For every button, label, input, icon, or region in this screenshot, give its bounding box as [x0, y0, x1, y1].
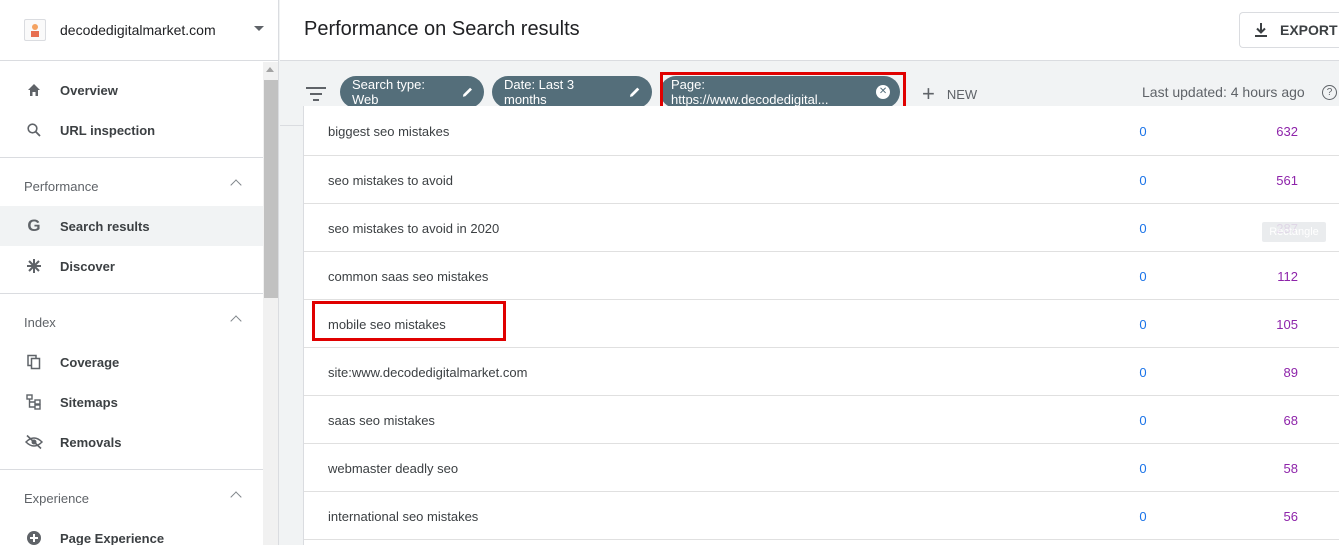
copy-pages-icon [24, 352, 44, 372]
sidebar-item-overview[interactable]: Overview [0, 70, 263, 110]
table-row[interactable]: seo mistakes to avoid 0 561 [304, 156, 1339, 204]
sitemap-icon [24, 392, 44, 412]
table-row[interactable]: site:www.decodedigitalmarket.com 0 89 [304, 348, 1339, 396]
home-icon [24, 80, 44, 100]
query-cell: site:www.decodedigitalmarket.com [328, 365, 528, 380]
sidebar-item-label: Overview [60, 82, 118, 98]
sidebar-item-label: Search results [60, 218, 150, 234]
impressions-cell: 58 [1283, 461, 1298, 476]
sidebar-item-label: Sitemaps [60, 394, 118, 410]
clicks-cell: 0 [1139, 173, 1147, 188]
section-performance[interactable]: Performance [0, 166, 263, 206]
section-label: Experience [24, 490, 90, 506]
impressions-cell: 68 [1283, 413, 1298, 428]
clicks-cell: 0 [1139, 317, 1147, 332]
query-cell: webmaster deadly seo [328, 461, 459, 476]
page-experience-icon [24, 528, 44, 545]
sidebar-item-search-results[interactable]: G Search results [0, 206, 263, 246]
sidebar-item-label: URL inspection [60, 122, 156, 138]
page-title: Performance on Search results [304, 18, 580, 40]
table-row[interactable]: biggest seo mistakes 0 632 [304, 108, 1339, 156]
sidebar-divider [0, 293, 263, 294]
red-highlight-box-query [312, 301, 506, 341]
sidebar-item-label: Discover [60, 258, 115, 274]
table-row[interactable]: seo mistakes to avoid in 2020 0 287 [304, 204, 1339, 252]
table-row[interactable]: webmaster deadly seo 0 58 [304, 444, 1339, 492]
impressions-cell: 112 [1277, 269, 1298, 284]
property-selector[interactable]: decodedigitalmarket.com [0, 0, 278, 61]
filter-chip-search-type[interactable]: Search type: Web [340, 76, 484, 108]
rectangle-tooltip: Rectangle [1262, 222, 1326, 242]
chevron-up-icon [230, 491, 242, 503]
section-label: Performance [24, 178, 99, 194]
impressions-cell: 561 [1276, 173, 1298, 188]
filter-chip-date[interactable]: Date: Last 3 months [492, 76, 652, 108]
table-row[interactable]: international seo mistakes 0 56 [304, 492, 1339, 540]
eye-off-icon [24, 432, 44, 452]
search-icon [24, 120, 44, 140]
clicks-cell: 0 [1139, 461, 1147, 476]
download-icon [1255, 23, 1267, 37]
google-g-icon: G [27, 216, 41, 235]
plus-icon: + [922, 81, 935, 106]
clicks-cell: 0 [1139, 413, 1147, 428]
help-icon[interactable]: ? [1322, 85, 1337, 100]
impressions-cell: 56 [1283, 509, 1298, 524]
property-name: decodedigitalmarket.com [60, 22, 216, 38]
new-filter-button[interactable]: + NEW [922, 82, 977, 106]
sidebar-divider [0, 157, 263, 158]
section-label: Index [24, 314, 56, 330]
page-header: Performance on Search results EXPORT [280, 0, 1339, 61]
export-label: EXPORT [1280, 22, 1338, 38]
query-cell: international seo mistakes [328, 509, 479, 524]
sidebar-item-discover[interactable]: Discover [0, 246, 263, 286]
export-button[interactable]: EXPORT [1239, 12, 1339, 48]
sidebar-item-page-experience[interactable]: Page Experience [0, 518, 263, 545]
property-favicon-icon [24, 19, 46, 41]
query-cell: common saas seo mistakes [328, 269, 489, 284]
sidebar-item-coverage[interactable]: Coverage [0, 342, 263, 382]
filter-icon[interactable] [306, 86, 326, 102]
clicks-cell: 0 [1139, 221, 1147, 236]
impressions-cell: 632 [1276, 124, 1298, 139]
clicks-cell: 0 [1139, 269, 1147, 284]
chip-label: Search type: Web [352, 77, 425, 107]
sidebar-item-removals[interactable]: Removals [0, 422, 263, 462]
query-cell: seo mistakes to avoid in 2020 [328, 221, 500, 236]
scroll-up-arrow-icon[interactable] [266, 67, 274, 72]
sidebar-item-label: Coverage [60, 354, 120, 370]
property-dropdown-icon[interactable] [254, 26, 264, 31]
chevron-up-icon [230, 179, 242, 191]
sidebar-item-label: Page Experience [60, 530, 165, 545]
sidebar-item-sitemaps[interactable]: Sitemaps [0, 382, 263, 422]
chevron-up-icon [230, 315, 242, 327]
query-cell: saas seo mistakes [328, 413, 435, 428]
section-experience[interactable]: Experience [0, 478, 263, 518]
red-highlight-box-page-filter [660, 72, 906, 110]
new-label: NEW [946, 86, 978, 102]
last-updated-text: Last updated: 4 hours ago [1142, 84, 1305, 100]
edit-pencil-icon[interactable] [461, 85, 474, 99]
impressions-cell: 105 [1276, 317, 1298, 332]
clicks-cell: 0 [1139, 509, 1147, 524]
query-cell: seo mistakes to avoid [328, 173, 454, 188]
edit-pencil-icon[interactable] [628, 85, 642, 99]
query-cell: biggest seo mistakes [328, 124, 450, 139]
chip-label: Date: Last 3 months [504, 77, 575, 107]
sidebar-divider [0, 469, 263, 470]
clicks-cell: 0 [1139, 365, 1147, 380]
impressions-cell: 89 [1283, 365, 1298, 380]
sidebar-scrollbar-thumb[interactable] [264, 80, 278, 298]
sidebar-item-label: Removals [60, 434, 122, 450]
sidebar-item-url-inspection[interactable]: URL inspection [0, 110, 263, 150]
table-row[interactable]: common saas seo mistakes 0 112 [304, 252, 1339, 300]
clicks-cell: 0 [1139, 124, 1147, 139]
section-index[interactable]: Index [0, 302, 263, 342]
asterisk-icon [24, 256, 44, 276]
sidebar: decodedigitalmarket.com Overview URL ins… [0, 0, 279, 545]
table-row[interactable]: saas seo mistakes 0 68 [304, 396, 1339, 444]
